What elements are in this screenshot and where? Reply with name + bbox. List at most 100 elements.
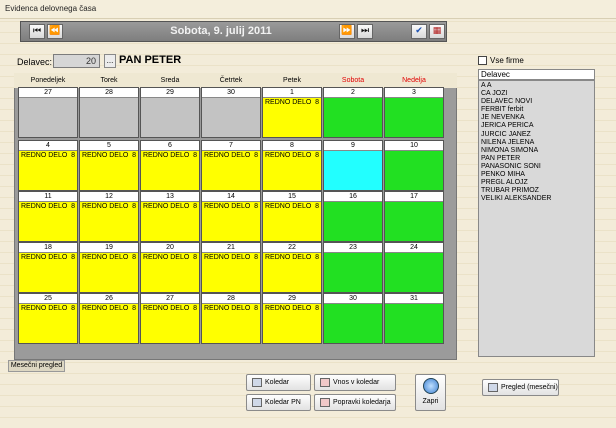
popravki-koledarja-button[interactable]: Popravki koledarja (314, 394, 396, 411)
koledar-pn-button[interactable]: Koledar PN (246, 394, 311, 411)
employee-list-item[interactable]: CA JOZI (481, 90, 592, 98)
calendar-day-entry: REDNO DELO 8 (202, 253, 260, 262)
calendar-day-number: 19 (80, 243, 138, 253)
calendar-day-cell[interactable]: 12 REDNO DELO 8 (79, 191, 139, 242)
calendar-day-cell[interactable]: 10 (384, 140, 444, 191)
calendar-day-cell[interactable]: 26 REDNO DELO 8 (79, 293, 139, 344)
employee-list-item[interactable]: JE NEVENKA (481, 114, 592, 122)
calendar-day-cell[interactable]: 30 (201, 87, 261, 138)
calendar-day-cell[interactable]: 1 REDNO DELO 8 (262, 87, 322, 138)
calendar-day-number: 7 (202, 141, 260, 151)
calendar-day-number: 30 (202, 88, 260, 98)
calendar-day-cell[interactable]: 27 REDNO DELO 8 (140, 293, 200, 344)
calendar-day-cell[interactable]: 14 REDNO DELO 8 (201, 191, 261, 242)
pregled-mesecni-button[interactable]: Pregled (mesečni) (482, 379, 559, 396)
employee-list-item[interactable]: NIMONA SIMONA (481, 147, 592, 155)
employee-list-item[interactable]: FERBIT ferbit (481, 106, 592, 114)
calendar-day-cell[interactable]: 15 REDNO DELO 8 (262, 191, 322, 242)
checkbox-box[interactable] (478, 56, 487, 66)
calendar-day-cell[interactable]: 19 REDNO DELO 8 (79, 242, 139, 293)
entry-label: REDNO DELO (82, 152, 129, 159)
calendar-icon (252, 397, 262, 407)
calendar-day-number: 26 (80, 294, 138, 304)
calendar-day-number: 14 (202, 192, 260, 202)
employee-list-item[interactable]: NILENA JELENA (481, 139, 592, 147)
calendar-day-cell[interactable]: 7 REDNO DELO 8 (201, 140, 261, 191)
employee-label: Delavec: (17, 57, 53, 67)
entry-label: REDNO DELO (143, 254, 190, 261)
calendar-day-cell[interactable]: 25 REDNO DELO 8 (18, 293, 78, 344)
calendar-day-cell[interactable]: 27 (18, 87, 78, 138)
calendar-day-cell[interactable]: 5 REDNO DELO 8 (79, 140, 139, 191)
calendar-day-number: 15 (263, 192, 321, 202)
employee-list-item[interactable]: DELAVEC NOVI (481, 98, 592, 106)
calendar-day-cell[interactable]: 28 (79, 87, 139, 138)
vnos-v-koledar-button[interactable]: Vnos v koledar (314, 374, 396, 391)
employee-list[interactable]: A A CA JOZI DELAVEC NOVI FERBIT ferbit JE NE… (478, 80, 595, 357)
calendar-day-cell[interactable]: 23 (323, 242, 383, 293)
calendar-day-number: 27 (19, 88, 77, 98)
calendar-day-cell[interactable]: 29 (140, 87, 200, 138)
employee-browse-button[interactable]: ... (104, 54, 116, 68)
employee-id-input[interactable]: 20 (53, 54, 100, 68)
employee-list-header[interactable]: Delavec (478, 69, 595, 80)
entry-hours: 8 (315, 99, 319, 106)
skip-last-icon[interactable]: ⏭ (357, 24, 373, 39)
calendar-day-cell[interactable]: 2 (323, 87, 383, 138)
calendar-day-entry: REDNO DELO 8 (80, 151, 138, 160)
calendar-day-cell[interactable]: 24 (384, 242, 444, 293)
calendar-day-cell[interactable]: 17 (384, 191, 444, 242)
calendar-day-cell[interactable]: 30 (323, 293, 383, 344)
employee-list-item[interactable]: PAN PETER (481, 155, 592, 163)
employee-list-item[interactable]: PANASONIC SONI (481, 163, 592, 171)
calendar-day-cell[interactable]: 13 REDNO DELO 8 (140, 191, 200, 242)
current-date-title: Sobota, 9. julij 2011 (170, 25, 272, 37)
close-button[interactable]: Zapri (415, 374, 446, 411)
calendar-icon[interactable]: ▦ (429, 24, 445, 39)
entry-hours: 8 (315, 152, 319, 159)
entry-hours: 8 (315, 254, 319, 261)
entry-label: REDNO DELO (204, 254, 251, 261)
employee-list-item[interactable]: TRUBAR PRIMOZ (481, 187, 592, 195)
entry-hours: 8 (193, 254, 197, 261)
calendar-day-cell[interactable]: 18 REDNO DELO 8 (18, 242, 78, 293)
entry-label: REDNO DELO (82, 203, 129, 210)
tab-mesecni-pregled[interactable]: Mesečni pregled (8, 360, 65, 372)
calendar-day-entry: REDNO DELO 8 (80, 202, 138, 211)
skip-first-icon[interactable]: ⏮ (29, 24, 45, 39)
calendar-day-cell[interactable]: 21 REDNO DELO 8 (201, 242, 261, 293)
calendar-day-cell[interactable]: 4 REDNO DELO 8 (18, 140, 78, 191)
calendar-day-number: 29 (263, 294, 321, 304)
calendar-day-cell[interactable]: 22 REDNO DELO 8 (262, 242, 322, 293)
employee-list-item[interactable]: JURCIC JANEZ (481, 131, 592, 139)
employee-list-item[interactable]: VELIKI ALEKSANDER (481, 195, 592, 203)
calendar-day-cell[interactable]: 20 REDNO DELO 8 (140, 242, 200, 293)
employee-list-item[interactable]: PREGL ALOJZ (481, 179, 592, 187)
fast-forward-icon[interactable]: ⏩ (339, 24, 355, 39)
calendar-day-cell[interactable]: 28 REDNO DELO 8 (201, 293, 261, 344)
employee-name: PAN PETER (119, 54, 182, 66)
calendar-day-number: 2 (324, 88, 382, 98)
all-companies-checkbox[interactable]: Vse firme (478, 56, 524, 66)
koledar-button[interactable]: Koledar (246, 374, 311, 391)
calendar-day-cell[interactable]: 31 (384, 293, 444, 344)
edit-calendar-icon (320, 397, 330, 407)
employee-list-item[interactable]: PENKO MIHA (481, 171, 592, 179)
employee-list-item[interactable]: JERICA PERICA (481, 122, 592, 130)
calendar-day-cell[interactable]: 9 (323, 140, 383, 191)
calendar-day-entry: REDNO DELO 8 (19, 253, 77, 262)
calendar-day-cell[interactable]: 8 REDNO DELO 8 (262, 140, 322, 191)
day-header-saturday: Sobota (341, 77, 365, 84)
calendar-day-cell[interactable]: 29 REDNO DELO 8 (262, 293, 322, 344)
calendar-day-entry: REDNO DELO 8 (263, 253, 321, 262)
calendar-day-cell[interactable]: 11 REDNO DELO 8 (18, 191, 78, 242)
rewind-icon[interactable]: ⏪ (47, 24, 63, 39)
calendar-day-number: 4 (19, 141, 77, 151)
check-icon[interactable]: ✔ (411, 24, 427, 39)
calendar-day-cell[interactable]: 3 (384, 87, 444, 138)
employee-list-item[interactable]: A A (481, 82, 592, 90)
calendar-day-cell[interactable]: 6 REDNO DELO 8 (140, 140, 200, 191)
calendar-day-number: 13 (141, 192, 199, 202)
calendar-day-cell[interactable]: 16 (323, 191, 383, 242)
calendar-day-number: 28 (80, 88, 138, 98)
